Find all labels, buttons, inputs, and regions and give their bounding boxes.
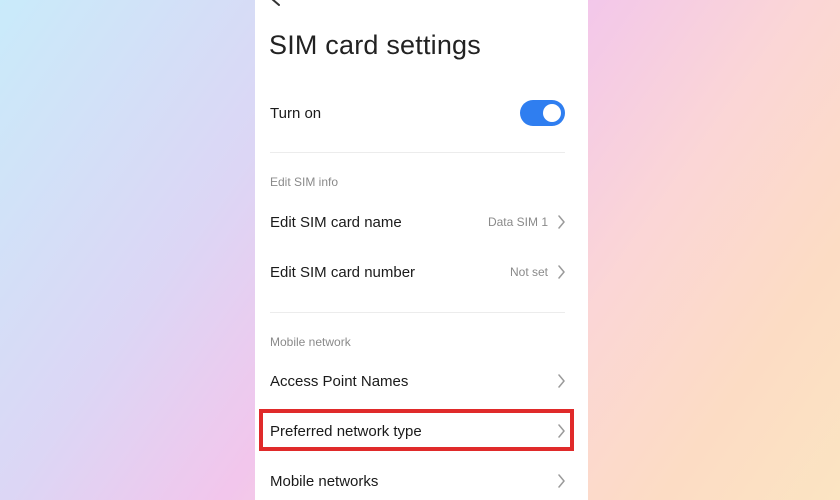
access-point-names-label: Access Point Names	[270, 372, 409, 390]
chevron-right-icon	[558, 215, 565, 229]
section-header-edit-sim-info: Edit SIM info	[270, 175, 339, 189]
chevron-right-icon	[558, 265, 565, 279]
turn-on-row[interactable]: Turn on	[255, 93, 588, 133]
chevron-right-icon	[558, 474, 565, 488]
highlight-box	[259, 409, 574, 451]
edit-sim-card-number-value: Not set	[509, 265, 548, 279]
divider	[270, 312, 565, 313]
edit-sim-card-name-label: Edit SIM card name	[270, 213, 402, 231]
chevron-right-icon	[558, 374, 565, 388]
turn-on-toggle[interactable]	[520, 100, 565, 126]
section-header-mobile-network: Mobile network	[270, 335, 351, 349]
edit-sim-card-name-row[interactable]: Edit SIM card name Data SIM 1	[255, 202, 588, 242]
mobile-networks-row[interactable]: Mobile networks	[255, 461, 588, 500]
mobile-networks-label: Mobile networks	[270, 472, 379, 490]
page-title: SIM card settings	[269, 30, 481, 60]
arrow-left-icon[interactable]	[269, 0, 293, 12]
edit-sim-card-name-value: Data SIM 1	[487, 215, 548, 229]
turn-on-label: Turn on	[270, 104, 322, 122]
edit-sim-card-number-row[interactable]: Edit SIM card number Not set	[255, 252, 588, 292]
access-point-names-row[interactable]: Access Point Names	[255, 361, 588, 401]
toggle-knob	[543, 104, 561, 122]
edit-sim-card-number-label: Edit SIM card number	[270, 263, 416, 281]
divider	[270, 152, 565, 153]
